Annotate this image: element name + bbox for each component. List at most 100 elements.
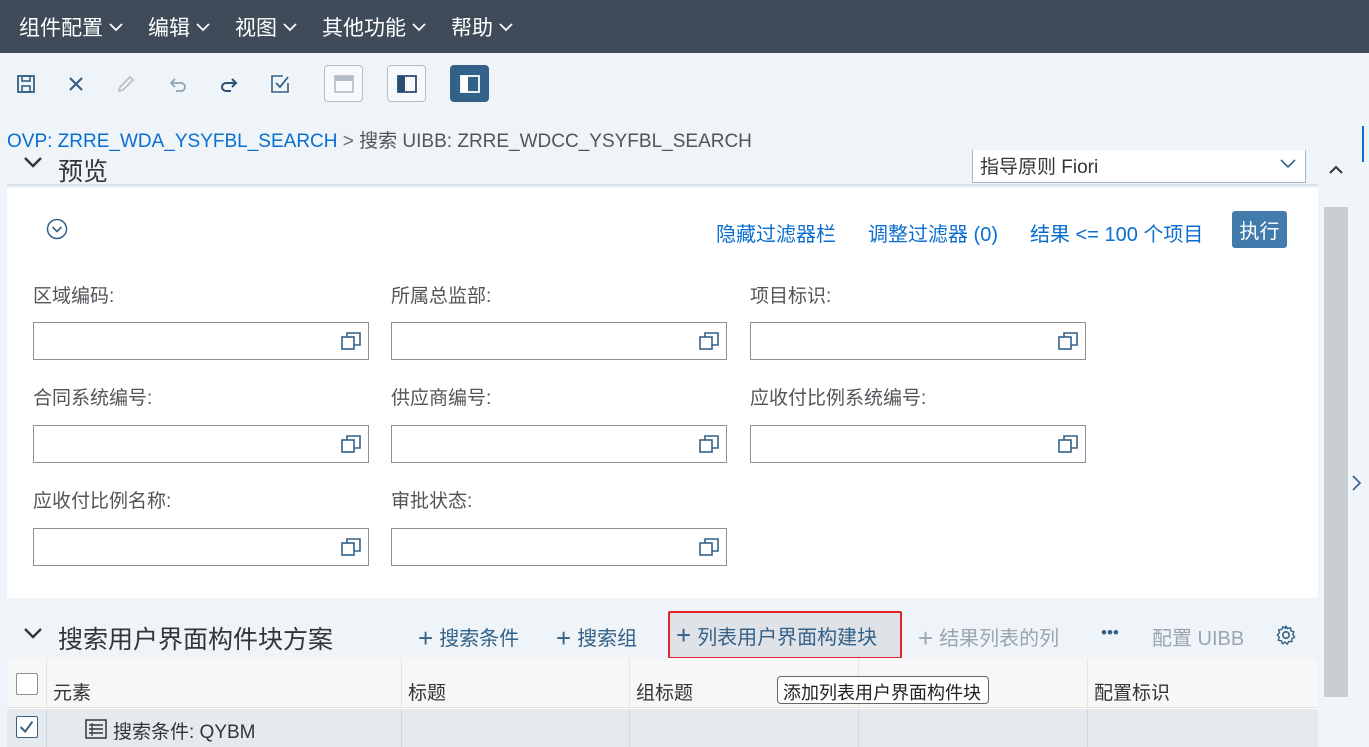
add-result-column-button[interactable]: + 结果列表的列 — [918, 622, 1059, 651]
menu-other-functions[interactable]: 其他功能 — [322, 12, 427, 42]
check-button[interactable] — [262, 66, 298, 102]
filter-panel: 隐藏过滤器栏 调整过滤器 (0) 结果 <= 100 个项目 执行 区域编码: … — [7, 188, 1318, 598]
menu-label: 编辑 — [148, 16, 190, 40]
hide-filter-bar-link[interactable]: 隐藏过滤器栏 — [716, 218, 836, 247]
scrollbar-thumb[interactable] — [1324, 207, 1348, 697]
menu-label: 其他功能 — [322, 16, 406, 40]
execute-button[interactable]: 执行 — [1232, 211, 1287, 248]
chevron-right-icon[interactable] — [1349, 473, 1363, 493]
preview-title: 预览 — [58, 158, 109, 186]
supplier-no-input[interactable] — [391, 425, 727, 463]
add-result-column-label: 结果列表的列 — [939, 628, 1060, 650]
value-help-icon[interactable] — [1057, 434, 1079, 454]
plus-icon: + — [556, 623, 572, 653]
chevron-down-icon — [196, 22, 210, 31]
field-label-project-id: 项目标识: — [750, 286, 832, 307]
layout-left-panel-icon — [396, 74, 417, 93]
chevron-down-icon[interactable] — [23, 154, 43, 174]
more-button[interactable]: ••• — [1101, 623, 1119, 643]
layout-top-icon — [333, 74, 354, 93]
result-limit-link[interactable]: 结果 <= 100 个项目 — [1030, 218, 1203, 247]
layout-left-panel-active-icon — [459, 74, 480, 93]
add-search-group-label: 搜索组 — [577, 628, 638, 650]
field-label-supplier-no: 供应商编号: — [391, 388, 492, 409]
region-code-input[interactable] — [33, 322, 369, 360]
redo-button[interactable] — [211, 66, 247, 102]
field-label-region-code: 区域编码: — [33, 286, 115, 307]
menu-label: 帮助 — [451, 16, 493, 40]
add-search-criteria-button[interactable]: + 搜索条件 — [418, 622, 519, 651]
undo-button[interactable] — [160, 66, 196, 102]
preview-panel-header: 预览 指导原则 Fiori — [7, 150, 1318, 186]
row-element-cell: 搜索条件: QYBM — [47, 709, 402, 747]
configure-uibb-button[interactable]: 配置 UIBB — [1152, 622, 1244, 651]
row-checkbox[interactable] — [16, 716, 38, 738]
edit-button[interactable] — [108, 66, 144, 102]
menu-help[interactable]: 帮助 — [451, 12, 514, 42]
value-help-icon[interactable] — [1057, 331, 1079, 351]
edit-icon — [117, 75, 135, 93]
undo-icon — [169, 78, 186, 92]
value-help-icon[interactable] — [698, 434, 720, 454]
director-dept-input[interactable] — [391, 322, 727, 360]
select-all-cell — [7, 658, 47, 708]
ratio-system-no-input[interactable] — [750, 425, 1086, 463]
chevron-down-icon[interactable] — [23, 624, 43, 644]
column-header-element[interactable]: 元素 — [47, 658, 402, 708]
breadcrumb-link-ovp[interactable]: OVP: ZRRE_WDA_YSYFBL_SEARCH — [7, 131, 337, 152]
layout-top-button[interactable] — [324, 65, 363, 102]
row-select-cell — [7, 709, 47, 747]
menu-view[interactable]: 视图 — [235, 12, 298, 42]
approval-status-input[interactable] — [391, 528, 727, 566]
guideline-select[interactable]: 指导原则 Fiori — [972, 150, 1306, 183]
chevron-down-icon — [499, 22, 513, 31]
chevron-down-icon — [109, 22, 123, 31]
select-all-checkbox[interactable] — [16, 673, 38, 695]
field-label-contract-no: 合同系统编号: — [33, 388, 153, 409]
ratio-name-input[interactable] — [33, 528, 369, 566]
project-id-input[interactable] — [750, 322, 1086, 360]
value-help-icon[interactable] — [340, 331, 362, 351]
row-element-text: 搜索条件: QYBM — [113, 722, 256, 743]
breadcrumb-current: 搜索 UIBB: ZRRE_WDCC_YSYFBL_SEARCH — [359, 131, 752, 152]
menu-edit[interactable]: 编辑 — [148, 12, 211, 42]
menu-component-config[interactable]: 组件配置 — [19, 12, 124, 42]
toolbar — [0, 53, 1369, 117]
search-criteria-icon — [85, 719, 107, 739]
row-config-id-cell — [1088, 709, 1318, 747]
field-label-approval-status: 审批状态: — [391, 491, 473, 512]
uibb-table: 元素 标题 组标题 配置标识 搜索条件: QYBM — [7, 658, 1318, 747]
plus-icon: + — [918, 623, 934, 653]
collapse-circle-icon[interactable] — [46, 218, 68, 240]
table-header-row: 元素 标题 组标题 配置标识 — [7, 658, 1318, 708]
value-help-icon[interactable] — [340, 537, 362, 557]
column-header-title[interactable]: 标题 — [402, 658, 630, 708]
right-panel-tab[interactable] — [1362, 126, 1366, 162]
layout-left-panel-button[interactable] — [387, 65, 426, 102]
scroll-up-icon[interactable] — [1328, 162, 1344, 178]
row-col4-cell — [859, 709, 1088, 747]
check-mark-icon — [19, 720, 34, 734]
column-header-config-id[interactable]: 配置标识 — [1088, 658, 1318, 708]
contract-no-input[interactable] — [33, 425, 369, 463]
layout-left-panel-active-button[interactable] — [450, 65, 489, 102]
search-uibb-schema-header: 搜索用户界面构件块方案 + 搜索条件 + 搜索组 + 列表用户界面构建块 + 结果列表的… — [7, 608, 1318, 659]
adapt-filters-link[interactable]: 调整过滤器 (0) — [868, 218, 998, 247]
add-list-uibb-button[interactable]: + 列表用户界面构建块 — [668, 611, 902, 659]
cancel-button[interactable] — [58, 66, 94, 102]
field-label-ratio-name: 应收付比例名称: — [33, 491, 172, 512]
chevron-down-icon — [412, 22, 426, 31]
value-help-icon[interactable] — [340, 434, 362, 454]
chevron-down-icon — [283, 22, 297, 31]
table-row[interactable]: 搜索条件: QYBM — [7, 709, 1318, 747]
save-icon — [17, 75, 35, 93]
plus-icon: + — [676, 620, 692, 650]
gear-icon[interactable] — [1275, 624, 1297, 646]
value-help-icon[interactable] — [698, 537, 720, 557]
row-group-title-cell — [630, 709, 859, 747]
add-search-group-button[interactable]: + 搜索组 — [556, 622, 637, 651]
value-help-icon[interactable] — [698, 331, 720, 351]
save-button[interactable] — [8, 66, 44, 102]
section-title: 搜索用户界面构件块方案 — [58, 626, 334, 654]
close-icon — [69, 77, 83, 91]
